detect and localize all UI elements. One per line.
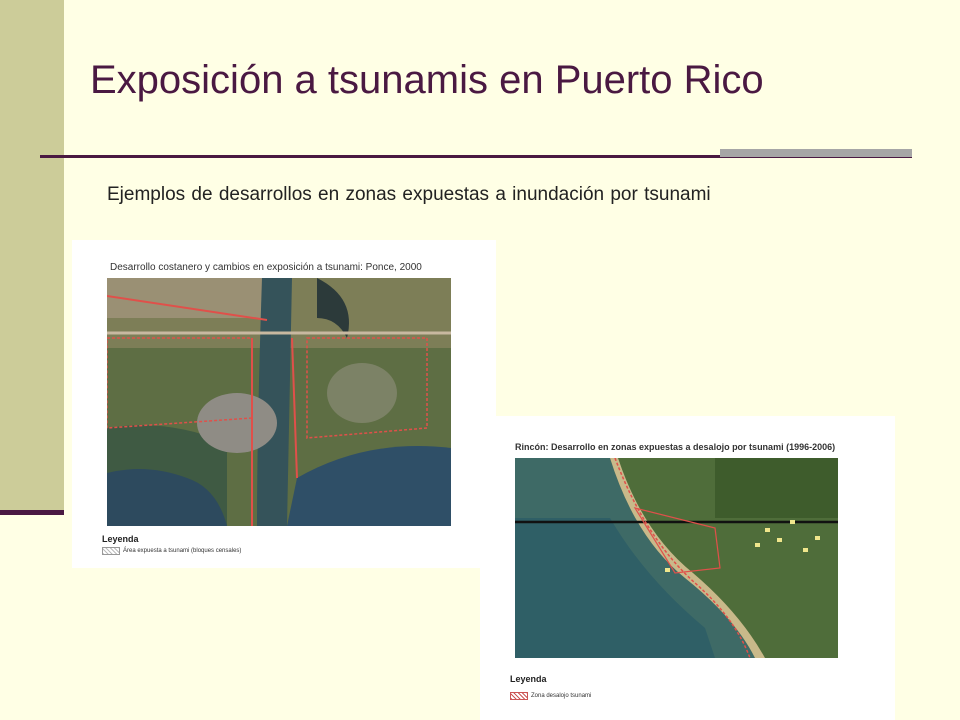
ponce-legend-label: Área expuesta a tsunami (bloques censale… (123, 548, 242, 554)
ponce-legend-heading: Leyenda (102, 534, 139, 544)
left-sidebar-accent (0, 510, 64, 515)
rincon-legend-item: Zona desalojo tsunami (510, 692, 591, 700)
rincon-legend-label: Zona desalojo tsunami (531, 693, 592, 699)
left-sidebar-bar (0, 0, 64, 512)
title-divider-accent (720, 149, 912, 157)
ponce-map-figure: Desarrollo costanero y cambios en exposi… (72, 240, 496, 568)
hatch-swatch-icon (102, 547, 120, 555)
slide-subtitle: Ejemplos de desarrollos en zonas expuest… (107, 184, 711, 205)
rincon-aerial-image (515, 458, 838, 658)
rincon-map-figure: Rincón: Desarrollo en zonas expuestas a … (480, 416, 895, 720)
ponce-map-title: Desarrollo costanero y cambios en exposi… (110, 262, 422, 273)
slide-title: Exposición a tsunamis en Puerto Rico (90, 58, 764, 102)
ponce-aerial-image (107, 278, 451, 526)
ponce-legend-item: Área expuesta a tsunami (bloques censale… (102, 547, 241, 555)
rincon-legend-heading: Leyenda (510, 674, 547, 684)
hatch-swatch-icon (510, 692, 528, 700)
rincon-map-title: Rincón: Desarrollo en zonas expuestas a … (515, 442, 836, 452)
